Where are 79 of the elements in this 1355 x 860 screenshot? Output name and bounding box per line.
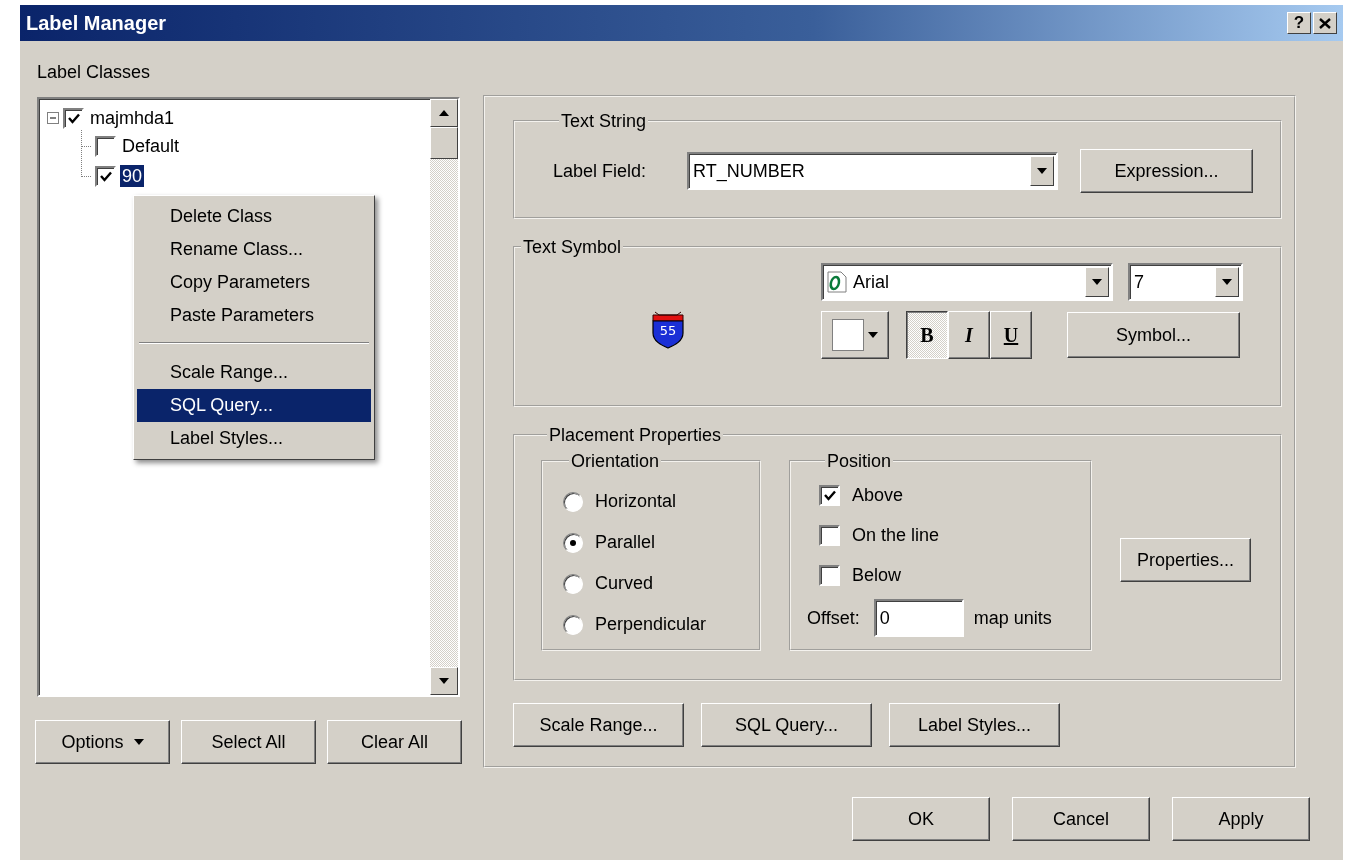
caret-icon <box>1092 279 1102 285</box>
field-label: Offset: <box>807 607 860 629</box>
menu-item[interactable]: Label Styles... <box>137 422 371 455</box>
shield-number: 55 <box>658 323 678 339</box>
font-dropdown[interactable]: Arial <box>821 263 1113 301</box>
checkmark-icon <box>823 489 836 501</box>
underline-button[interactable]: U <box>990 311 1032 359</box>
collapse-icon[interactable] <box>47 112 59 124</box>
action-button[interactable]: Clear All <box>327 720 462 764</box>
caret-icon <box>1222 279 1232 285</box>
close-button[interactable] <box>1313 12 1337 34</box>
action-button[interactable]: SQL Query... <box>701 703 872 747</box>
option-label: Below <box>852 564 902 586</box>
font-size-dropdown[interactable]: 7 <box>1128 263 1243 301</box>
symbol-button[interactable]: Symbol... <box>1067 312 1240 358</box>
color-swatch <box>832 319 864 351</box>
offset-field[interactable]: 0 <box>873 599 964 637</box>
dialog-button[interactable]: OK <box>852 797 990 841</box>
checkbox[interactable] <box>819 564 840 586</box>
group-title: Orientation <box>570 451 661 471</box>
close-icon <box>1319 17 1331 29</box>
radio-button[interactable] <box>563 532 583 553</box>
group-title: Text String <box>560 111 648 131</box>
action-button[interactable]: Scale Range... <box>513 703 684 747</box>
dialog-button[interactable]: Apply <box>1172 797 1310 841</box>
scroll-thumb[interactable] <box>430 127 458 159</box>
label-field-dropdown[interactable]: RT_NUMBER <box>687 152 1058 190</box>
group-title: Placement Properties <box>548 425 723 445</box>
caret-icon <box>133 739 144 745</box>
option-label: Curved <box>595 573 654 594</box>
menu-item[interactable]: Copy Parameters <box>137 266 371 299</box>
action-button[interactable]: Select All <box>181 720 316 764</box>
checkmark-icon <box>67 112 80 124</box>
scroll-up-button[interactable] <box>430 99 458 127</box>
expression-button[interactable]: Expression... <box>1080 149 1253 193</box>
option-label: Above <box>852 484 904 506</box>
section-label: Label Classes <box>37 61 152 83</box>
window-title: Label Manager <box>26 11 168 35</box>
options-menu-button[interactable]: Options <box>35 720 170 764</box>
highway-shield-icon <box>651 309 685 349</box>
option-label: Perpendicular <box>595 614 707 635</box>
option-label: Horizontal <box>595 491 677 512</box>
caret-icon <box>1037 168 1047 174</box>
properties-button[interactable]: Properties... <box>1120 538 1251 582</box>
font-file-icon <box>827 271 847 293</box>
scroll-down-button[interactable] <box>430 667 458 695</box>
field-label: Label Field: <box>553 160 648 182</box>
dropdown-arrow-button[interactable] <box>1085 267 1109 297</box>
menu-item[interactable]: SQL Query... <box>137 389 371 422</box>
color-picker-button[interactable] <box>821 311 889 359</box>
up-arrow-icon <box>439 110 449 116</box>
radio-button[interactable] <box>563 614 583 635</box>
menu-item[interactable]: Paste Parameters <box>137 299 371 332</box>
menu-item[interactable]: Rename Class... <box>137 233 371 266</box>
tree-item[interactable]: majmhda1 <box>88 107 177 129</box>
tree-item[interactable]: Default <box>120 135 182 157</box>
radio-button[interactable] <box>563 491 583 512</box>
tree-item[interactable]: 90 <box>120 165 145 187</box>
bold-button[interactable]: B <box>906 311 948 359</box>
menu-item[interactable]: Scale Range... <box>137 356 371 389</box>
caret-icon <box>868 332 878 338</box>
scrollbar[interactable] <box>430 99 458 695</box>
group-title: Text Symbol <box>522 237 623 257</box>
dialog-button[interactable]: Cancel <box>1012 797 1150 841</box>
italic-button[interactable]: I <box>948 311 990 359</box>
menu-item[interactable]: Delete Class <box>137 200 371 233</box>
action-button[interactable]: Label Styles... <box>889 703 1060 747</box>
group-title: Position <box>826 451 893 471</box>
option-label: Parallel <box>595 532 656 553</box>
dropdown-arrow-button[interactable] <box>1030 156 1054 186</box>
checkbox[interactable] <box>819 524 840 546</box>
radio-button[interactable] <box>563 573 583 594</box>
option-label: On the line <box>852 524 940 546</box>
checkmark-icon <box>99 170 112 182</box>
down-arrow-icon <box>439 678 449 684</box>
help-button[interactable]: ? <box>1287 12 1311 34</box>
units-label: map units <box>973 607 1052 629</box>
dropdown-arrow-button[interactable] <box>1215 267 1239 297</box>
checkbox[interactable] <box>819 484 840 506</box>
